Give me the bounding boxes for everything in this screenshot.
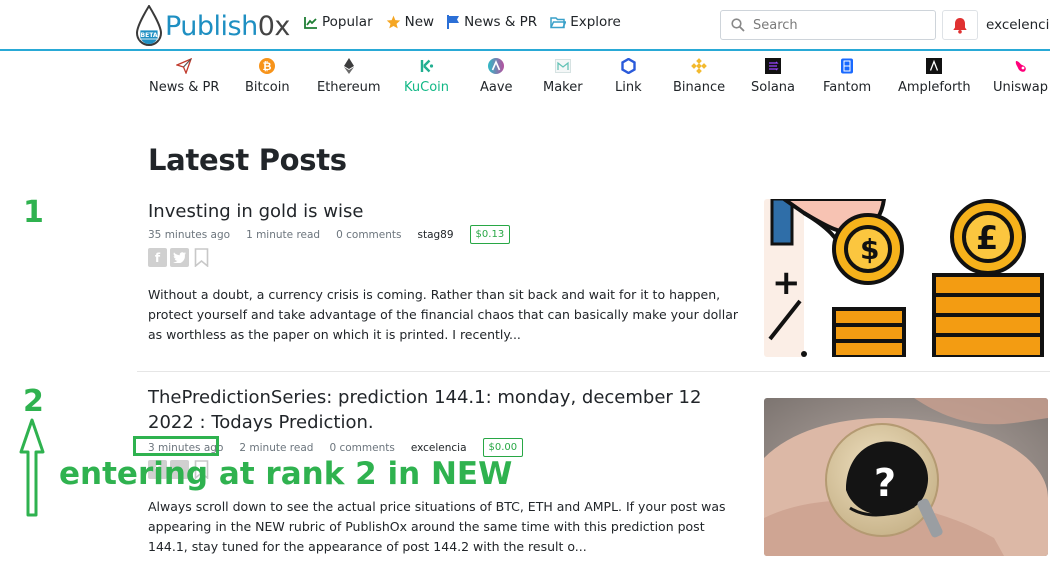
solana-icon bbox=[765, 58, 781, 74]
post-thumbnail-prediction-coin[interactable]: ? bbox=[764, 398, 1048, 556]
category-label: Uniswap bbox=[993, 80, 1048, 95]
ampleforth-icon bbox=[926, 58, 943, 74]
nav-popular-label: Popular bbox=[322, 14, 373, 30]
post-thumbnail-gold-coins[interactable]: + $ £ bbox=[764, 199, 1048, 357]
gold-coins-illustration: + $ £ bbox=[764, 199, 1048, 357]
category-uniswap[interactable]: Uniswap bbox=[993, 58, 1048, 95]
post-comments[interactable]: 0 comments bbox=[336, 229, 401, 241]
post-title[interactable]: Investing in gold is wise bbox=[148, 199, 748, 224]
category-label: Fantom bbox=[823, 80, 872, 95]
flag-icon bbox=[447, 15, 460, 29]
maker-icon bbox=[554, 59, 571, 73]
category-label: News & PR bbox=[149, 80, 220, 95]
share-buttons: f bbox=[148, 248, 211, 267]
category-label: Binance bbox=[673, 80, 726, 95]
rank-2-annotation: 2 bbox=[23, 384, 44, 419]
page-title: Latest Posts bbox=[148, 143, 347, 177]
chart-line-icon bbox=[304, 16, 317, 29]
annotation-caption: entering at rank 2 in NEW bbox=[59, 456, 513, 492]
uniswap-icon bbox=[1015, 61, 1026, 72]
svg-text:+: + bbox=[772, 263, 801, 303]
nav-explore-label: Explore bbox=[570, 14, 621, 30]
rank-1-annotation: 1 bbox=[23, 195, 44, 230]
bell-icon bbox=[953, 17, 967, 34]
category-label: Maker bbox=[543, 80, 583, 95]
category-label: KuCoin bbox=[404, 80, 449, 95]
logo-text-ox: 0x bbox=[257, 10, 291, 42]
logo-drop-icon: BETA bbox=[135, 5, 163, 46]
category-solana[interactable]: Solana bbox=[751, 58, 795, 95]
logo-wordmark: Publish0x bbox=[165, 11, 290, 42]
post-meta: 35 minutes ago 1 minute read 0 comments … bbox=[148, 225, 526, 244]
timestamp-highlight-box bbox=[133, 436, 219, 456]
bookmark-icon[interactable] bbox=[192, 248, 211, 267]
top-navbar: BETA Publish0x Popular New News & PR Exp… bbox=[0, 0, 1050, 51]
star-icon bbox=[386, 15, 400, 29]
ethereum-icon bbox=[343, 58, 354, 74]
post-divider bbox=[137, 371, 1050, 372]
user-menu[interactable]: excelencia bbox=[986, 17, 1050, 33]
aave-icon bbox=[488, 58, 505, 74]
category-kucoin[interactable]: KuCoin bbox=[404, 58, 449, 95]
category-bitcoin[interactable]: ₿ Bitcoin bbox=[245, 58, 290, 95]
post-title[interactable]: ThePredictionSeries: prediction 144.1: m… bbox=[148, 385, 748, 435]
nav-new[interactable]: New bbox=[386, 14, 434, 30]
nav-explore[interactable]: Explore bbox=[550, 14, 621, 30]
category-label: Ampleforth bbox=[898, 80, 971, 95]
binance-icon bbox=[691, 58, 707, 74]
chainlink-icon bbox=[621, 58, 636, 74]
category-fantom[interactable]: Fantom bbox=[823, 58, 871, 95]
twitter-share-icon[interactable] bbox=[170, 248, 189, 267]
post-excerpt: Without a doubt, a currency crisis is co… bbox=[148, 287, 739, 342]
category-label: Ethereum bbox=[317, 80, 381, 95]
paper-plane-icon bbox=[176, 58, 193, 74]
bitcoin-icon: ₿ bbox=[259, 58, 276, 74]
folder-open-icon bbox=[550, 16, 567, 28]
post-time: 35 minutes ago bbox=[148, 228, 231, 241]
nav-news-pr[interactable]: News & PR bbox=[447, 14, 537, 30]
main-nav: Popular New News & PR Explore bbox=[304, 14, 634, 30]
post-read-time: 2 minute read bbox=[239, 441, 314, 454]
facebook-share-icon[interactable]: f bbox=[148, 248, 167, 267]
nav-popular[interactable]: Popular bbox=[304, 14, 373, 30]
post-author[interactable]: excelencia bbox=[411, 442, 467, 454]
kucoin-icon bbox=[420, 59, 433, 73]
svg-text:£: £ bbox=[976, 219, 998, 257]
svg-text:₿: ₿ bbox=[263, 60, 272, 73]
category-label: Solana bbox=[751, 80, 795, 95]
svg-text:?: ? bbox=[874, 461, 896, 505]
nav-news-pr-label: News & PR bbox=[464, 14, 538, 30]
post-read-time: 1 minute read bbox=[246, 228, 321, 241]
category-label: Bitcoin bbox=[245, 80, 290, 95]
category-ampleforth[interactable]: Ampleforth bbox=[898, 58, 971, 95]
earnings-badge: $0.00 bbox=[482, 438, 524, 457]
category-label: Aave bbox=[480, 80, 513, 95]
up-arrow-annotation-icon bbox=[19, 418, 45, 517]
post-author[interactable]: stag89 bbox=[417, 229, 453, 241]
category-aave[interactable]: Aave bbox=[480, 58, 513, 95]
post-comments[interactable]: 0 comments bbox=[329, 442, 394, 454]
beta-badge: BETA bbox=[141, 32, 158, 39]
category-ethereum[interactable]: Ethereum bbox=[317, 58, 381, 95]
fantom-icon bbox=[841, 58, 854, 74]
category-news-pr[interactable]: News & PR bbox=[149, 58, 219, 95]
svg-text:$: $ bbox=[860, 233, 879, 266]
notifications-button[interactable] bbox=[942, 10, 978, 40]
logo-text-main: Publish bbox=[165, 10, 258, 42]
search-icon bbox=[731, 18, 745, 32]
earnings-badge: $0.13 bbox=[469, 225, 511, 244]
nav-new-label: New bbox=[404, 14, 435, 30]
category-link[interactable]: Link bbox=[615, 58, 642, 95]
category-maker[interactable]: Maker bbox=[543, 58, 583, 95]
category-label: Link bbox=[615, 80, 642, 95]
hand-coin-question-photo: ? bbox=[764, 398, 1048, 556]
category-binance[interactable]: Binance bbox=[673, 58, 725, 95]
post-excerpt: Always scroll down to see the actual pri… bbox=[148, 499, 726, 554]
search-placeholder: Search bbox=[753, 17, 798, 33]
search-input[interactable]: Search bbox=[720, 10, 936, 40]
category-strip: News & PR ₿ Bitcoin Ethereum KuCoin Aave… bbox=[0, 58, 1050, 102]
publish0x-logo[interactable]: BETA Publish0x bbox=[134, 4, 290, 48]
